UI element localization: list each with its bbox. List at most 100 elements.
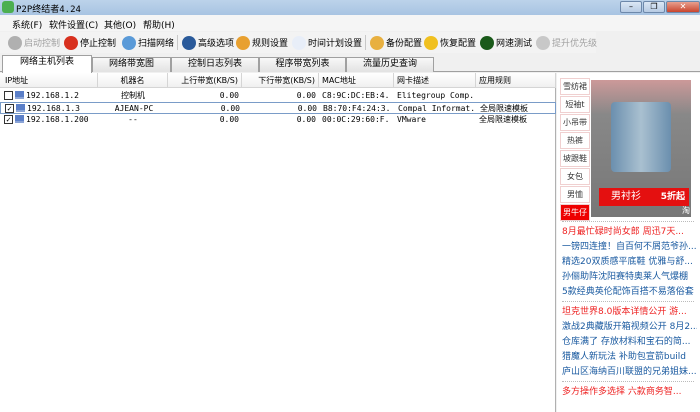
- tab-bandwidth-chart[interactable]: 网络带宽图: [92, 57, 171, 72]
- menu-settings[interactable]: 软件设置(C): [49, 18, 98, 31]
- tab-bar: 网络主机列表 网络带宽图 控制日志列表 程序带宽列表 流量历史查询: [0, 55, 700, 73]
- table-row[interactable]: 192.168.1.2 控制机 0.00 0.00 C8:9C:DC:EB:4... El…: [0, 90, 556, 102]
- toolbar-label: 备份配置: [386, 39, 423, 49]
- ad-banner-text: 男衬衫: [611, 191, 641, 202]
- toolbar: 启动控制 停止控制 扫描网络 高级选项 规则设置 时间计划设置 备份配置 恢复配置 网速测试 提升…: [0, 32, 597, 53]
- toolbar-button-4[interactable]: 规则设置: [236, 34, 288, 51]
- clock-icon: [292, 35, 306, 50]
- news-link[interactable]: 坦克世界8.0版本详情公开 游...: [562, 304, 697, 317]
- cell-mac: 00:0C:29:60:F...: [322, 115, 391, 124]
- news-link[interactable]: 多方操作多选择 六款商务智...: [562, 384, 697, 397]
- toolbar-label: 规则设置: [252, 39, 289, 49]
- ad-category[interactable]: 男恤: [560, 186, 590, 203]
- toolbar-button-5[interactable]: 时间计划设置: [292, 34, 362, 51]
- toolbar-button-9[interactable]: 提升优先级: [536, 34, 597, 51]
- close-button[interactable]: ✕: [666, 1, 700, 13]
- toolbar-label: 时间计划设置: [308, 39, 363, 49]
- divider: [562, 221, 694, 222]
- news-link[interactable]: 猎魔人新玩法 补助包宣箭build: [562, 349, 697, 362]
- news-link[interactable]: 仓库满了 存放材料和宝石的简...: [562, 334, 697, 347]
- toolbar-separator: [365, 35, 366, 50]
- news-link[interactable]: 5款经典英伦配饰百搭不易落俗套: [562, 284, 697, 297]
- ad-image[interactable]: 男衬衫 5折起 淘: [591, 80, 691, 217]
- ad-category[interactable]: 男牛仔: [560, 204, 590, 221]
- cell-mac: B8:70:F4:24:3...: [323, 104, 392, 113]
- news-link[interactable]: 激战2典藏版开箱视频公开 8月2...: [562, 319, 697, 332]
- tab-host-list[interactable]: 网络主机列表: [2, 55, 92, 73]
- toolbar-label: 高级选项: [198, 39, 235, 49]
- column-header[interactable]: IP地址: [2, 73, 98, 88]
- ad-category[interactable]: 坡跟鞋: [560, 150, 590, 167]
- column-header[interactable]: 机器名: [98, 73, 168, 88]
- toolbar-button-8[interactable]: 网速测试: [480, 34, 532, 51]
- backup-icon: [370, 35, 384, 50]
- cell-name: --: [128, 115, 138, 124]
- news-link[interactable]: 一镑四连撞！自百何不屑范爷孙...: [562, 239, 697, 252]
- cell-nic: Compal Informat...: [398, 104, 474, 113]
- ad-category[interactable]: 雪纺裙: [560, 78, 590, 95]
- toolbar-label: 扫描网络: [138, 39, 175, 49]
- menu-system[interactable]: 系统(F): [12, 18, 42, 31]
- news-link[interactable]: 8月最忙碌时尚女郎 周迅7天...: [562, 224, 697, 237]
- computer-icon: [15, 115, 24, 123]
- ad-category[interactable]: 热裤: [560, 132, 590, 149]
- cell-down: 0.00: [296, 115, 316, 124]
- title-bar: P2P终结者4.24 – ❐ ✕: [0, 0, 700, 15]
- speed-chart-icon: [480, 35, 494, 50]
- menu-help[interactable]: 帮助(H): [143, 18, 175, 31]
- column-header[interactable]: 网卡描述: [394, 73, 476, 88]
- jeans-image: [611, 102, 671, 172]
- row-checkbox[interactable]: ✓: [5, 104, 14, 113]
- column-header[interactable]: MAC地址: [319, 73, 394, 88]
- ad-panel: 雪纺裙 短袖t 小吊带 热裤 坡跟鞋 女包 男恤 男牛仔 男衬衫 5折起 淘 8月最忙碌时尚女郎…: [557, 73, 700, 412]
- row-checkbox[interactable]: [4, 91, 13, 100]
- table-row[interactable]: ✓ 192.168.1.3 AJEAN-PC 0.00 0.00 B8:70:F4:24:…: [0, 102, 556, 114]
- ad-category[interactable]: 短袖t: [560, 96, 590, 113]
- maximize-button[interactable]: ❐: [643, 1, 665, 13]
- ad-category[interactable]: 小吊带: [560, 114, 590, 131]
- tab-program-bandwidth[interactable]: 程序带宽列表: [259, 57, 346, 72]
- cell-nic: VMware: [397, 115, 426, 124]
- cell-rule: 全局限速模板: [480, 104, 528, 113]
- news-link[interactable]: 精选20双质感平底鞋 优雅与舒...: [562, 254, 697, 267]
- news-link[interactable]: 孙俪助阵沈阳赛特奥莱人气爆棚: [562, 269, 697, 282]
- cell-name: AJEAN-PC: [114, 104, 154, 113]
- toolbar-button-7[interactable]: 恢复配置: [424, 34, 476, 51]
- column-header[interactable]: 应用规则: [476, 73, 556, 88]
- cell-down: 0.00: [297, 104, 317, 113]
- restore-icon: [424, 35, 438, 50]
- table-header: IP地址 机器名 上行带宽(KB/S) 下行带宽(KB/S) MAC地址 网卡描述 应用规则: [0, 73, 556, 88]
- cell-ip: 192.168.1.200: [26, 115, 89, 124]
- tab-control-log[interactable]: 控制日志列表: [171, 57, 259, 72]
- toolbar-button-0[interactable]: 启动控制: [8, 34, 60, 51]
- row-checkbox[interactable]: ✓: [4, 115, 13, 124]
- taobao-mark: 淘: [682, 206, 690, 215]
- divider: [562, 301, 694, 302]
- toolbar-label: 启动控制: [24, 39, 61, 49]
- computer-icon: [15, 91, 24, 99]
- column-header[interactable]: 上行带宽(KB/S): [168, 73, 242, 88]
- toolbar-button-6[interactable]: 备份配置: [370, 34, 422, 51]
- tab-traffic-history[interactable]: 流量历史查询: [346, 57, 434, 72]
- toolbar-separator: [177, 35, 178, 50]
- menu-other[interactable]: 其他(O): [104, 18, 136, 31]
- minimize-button[interactable]: –: [620, 1, 642, 13]
- cell-name: 控制机: [121, 91, 145, 100]
- news-link[interactable]: 庐山区海纳百川联盟的兄弟姐妹...: [562, 364, 697, 377]
- toolbar-label: 提升优先级: [552, 39, 598, 49]
- cell-rule: 全局限速模板: [479, 115, 527, 124]
- stop-icon: [64, 35, 78, 50]
- table-row[interactable]: ✓ 192.168.1.200 -- 0.00 0.00 00:0C:29:60:F...…: [0, 114, 556, 126]
- host-table: IP地址 机器名 上行带宽(KB/S) 下行带宽(KB/S) MAC地址 网卡描述 应用规则…: [0, 73, 556, 412]
- toolbar-button-2[interactable]: 扫描网络: [122, 34, 174, 51]
- check-circle-icon: [8, 35, 22, 50]
- ad-banner[interactable]: 男衬衫 5折起: [599, 188, 689, 206]
- column-header[interactable]: 下行带宽(KB/S): [242, 73, 319, 88]
- toolbar-button-3[interactable]: 高级选项: [182, 34, 234, 51]
- magnifier-icon: [122, 35, 136, 50]
- toolbar-button-1[interactable]: 停止控制: [64, 34, 116, 51]
- ad-category[interactable]: 女包: [560, 168, 590, 185]
- cell-mac: C8:9C:DC:EB:4...: [322, 91, 391, 100]
- cell-nic: Elitegroup Comp...: [397, 91, 473, 100]
- divider: [562, 381, 694, 382]
